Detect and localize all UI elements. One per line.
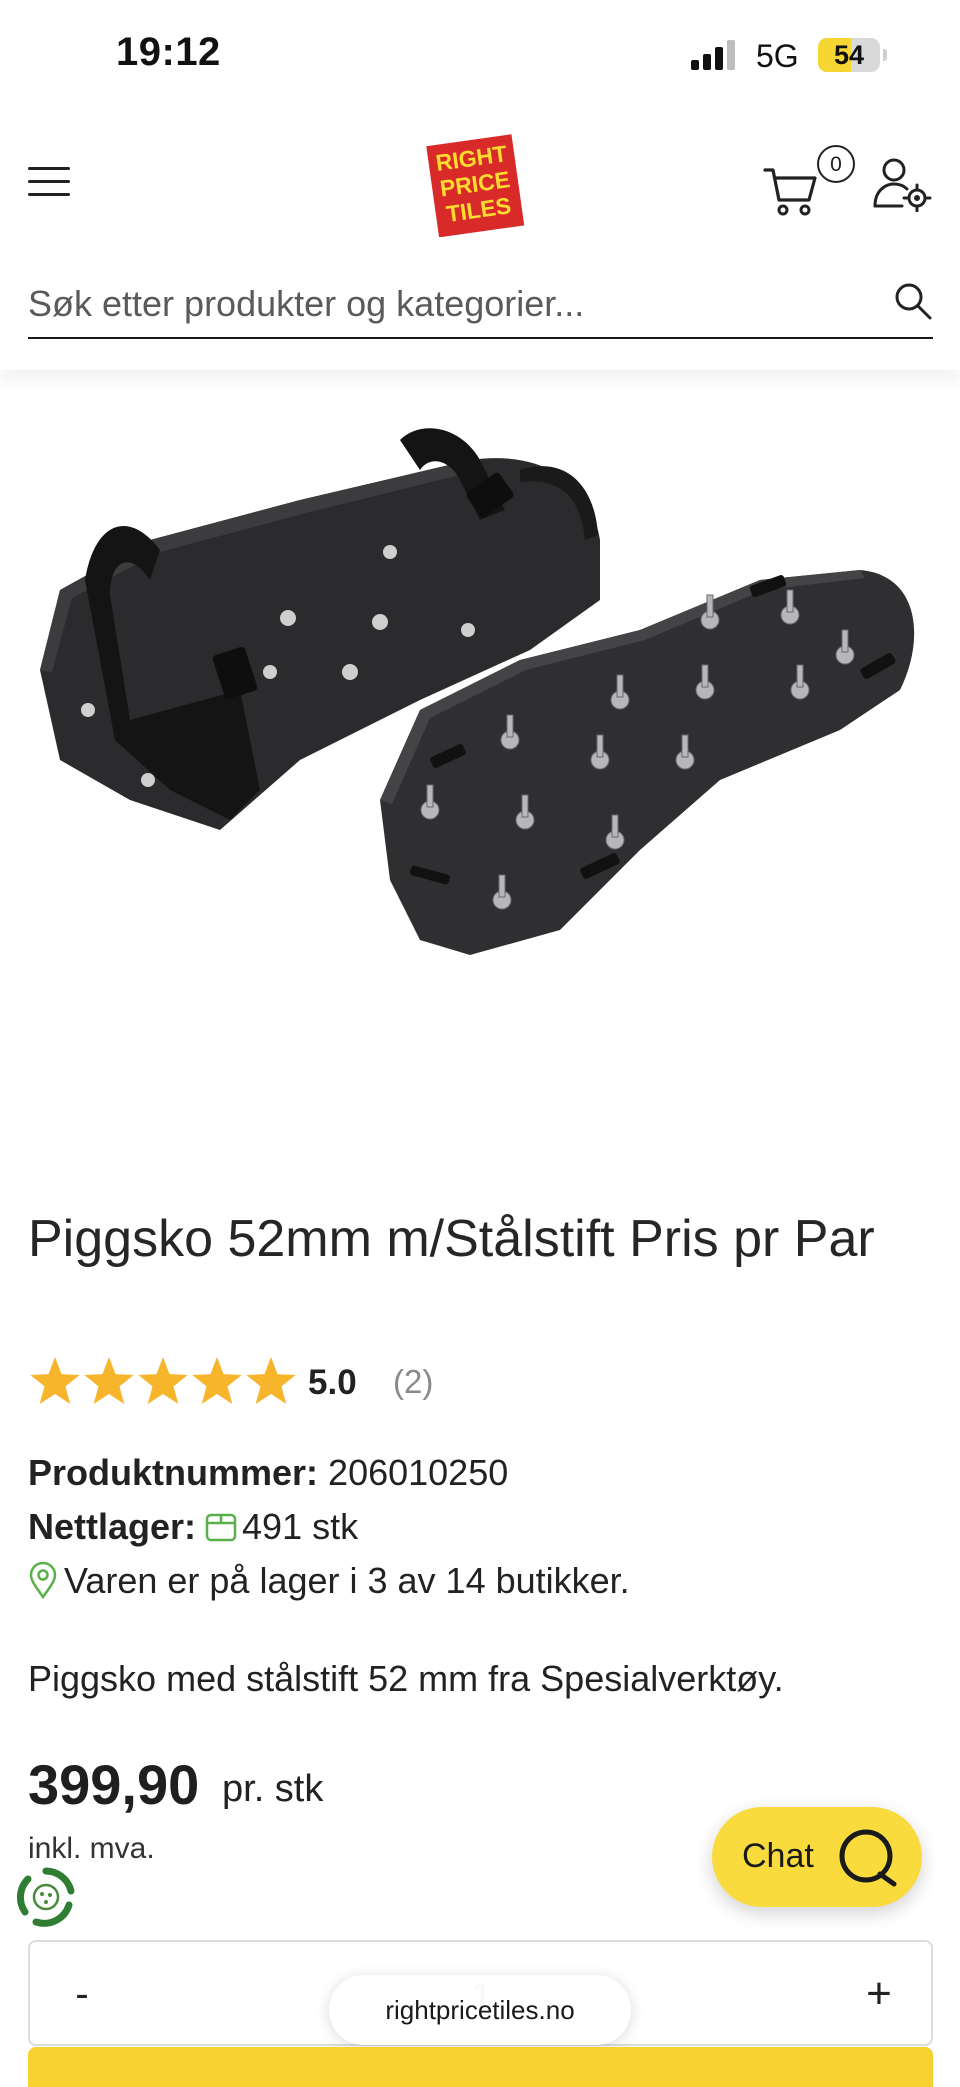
add-to-cart-button[interactable] xyxy=(28,2047,933,2087)
star-icon xyxy=(192,1357,242,1404)
review-count[interactable]: (2) xyxy=(393,1363,433,1401)
star-icon xyxy=(30,1357,80,1404)
product-image[interactable] xyxy=(0,400,960,1020)
product-number-label: Produktnummer: xyxy=(28,1452,319,1493)
site-header: RIGHT PRICE TILES 0 xyxy=(0,110,960,370)
network-type: 5G xyxy=(756,38,799,74)
product-number-row: Produktnummer: 206010250 xyxy=(28,1452,508,1494)
store-availability-text: Varen er på lager i 3 av 14 butikker. xyxy=(64,1560,630,1601)
search-icon[interactable] xyxy=(893,281,933,321)
search-input[interactable] xyxy=(28,275,868,333)
rating-stars xyxy=(30,1357,296,1404)
status-time: 19:12 xyxy=(116,30,221,74)
web-stock-row: Nettlager: 491 stk xyxy=(28,1506,358,1548)
product-number-value: 206010250 xyxy=(328,1452,509,1493)
price-unit: pr. stk xyxy=(222,1768,324,1810)
product-description: Piggsko med stålstift 52 mm fra Spesialv… xyxy=(28,1658,784,1699)
account-settings-icon[interactable] xyxy=(872,156,932,212)
shopping-cart-icon xyxy=(763,168,817,216)
quantity-decrease-button[interactable]: - xyxy=(52,1964,112,2024)
web-stock-label: Nettlager: xyxy=(28,1506,197,1547)
recycle-badge-icon[interactable] xyxy=(14,1865,78,1929)
browser-url-bar[interactable]: rightpricetiles.no xyxy=(329,1975,631,2045)
star-icon xyxy=(84,1357,134,1404)
web-stock-value: 491 stk xyxy=(242,1506,359,1547)
store-availability-row[interactable]: Varen er på lager i 3 av 14 butikker. xyxy=(28,1560,630,1602)
product-title: Piggsko 52mm m/Stålstift Pris pr Par xyxy=(28,1210,875,1268)
vat-note: inkl. mva. xyxy=(28,1832,155,1860)
battery-icon: 54 xyxy=(818,38,888,72)
cart-button[interactable]: 0 xyxy=(763,145,863,220)
rating-value: 5.0 xyxy=(308,1363,357,1402)
quantity-increase-button[interactable]: + xyxy=(849,1964,909,2024)
cart-count-badge: 0 xyxy=(817,145,855,183)
menu-icon[interactable] xyxy=(28,162,70,202)
star-icon xyxy=(138,1357,188,1404)
cellular-signal-icon xyxy=(691,40,735,70)
star-icon xyxy=(246,1357,296,1404)
search-bar xyxy=(28,275,933,339)
chat-label: Chat xyxy=(742,1837,814,1875)
chat-bubble-icon xyxy=(839,1829,897,1887)
package-icon xyxy=(205,1513,237,1542)
status-bar: 19:12 5G 54 xyxy=(0,0,960,110)
location-pin-icon xyxy=(29,1561,57,1599)
battery-percent: 54 xyxy=(833,40,865,70)
product-price: 399,90 xyxy=(28,1753,200,1816)
chat-button[interactable]: Chat xyxy=(712,1807,922,1907)
right-price-tiles-logo[interactable]: RIGHT PRICE TILES xyxy=(422,132,527,237)
